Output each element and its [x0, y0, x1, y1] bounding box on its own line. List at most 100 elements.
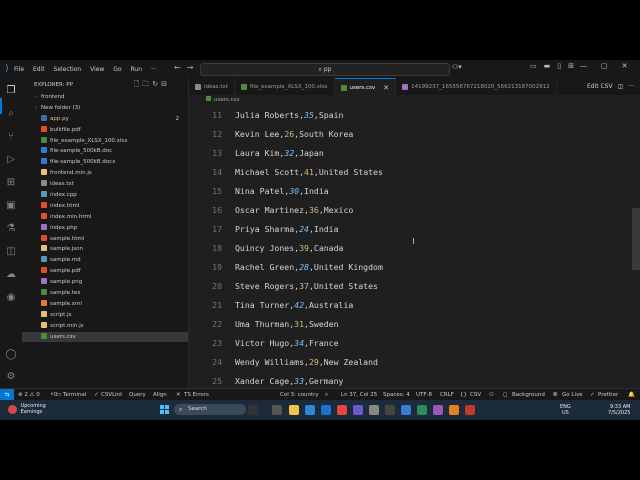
menu-edit[interactable]: Edit: [33, 66, 45, 73]
database-icon[interactable]: ◫: [4, 245, 18, 259]
more-actions[interactable]: ···: [628, 83, 634, 90]
taskbar-search-label: Search: [188, 406, 207, 412]
settings-app-icon[interactable]: [369, 405, 379, 415]
language-indicator[interactable]: ENG US: [560, 404, 571, 416]
chrome-icon[interactable]: [337, 405, 347, 415]
search-view-icon[interactable]: ⌕: [4, 107, 18, 121]
file-explorer-icon[interactable]: [289, 405, 299, 415]
tree-file[interactable]: users.csv: [22, 331, 188, 343]
active-indicator: [0, 98, 2, 114]
tree-file[interactable]: index.php: [22, 223, 188, 234]
tree-file[interactable]: sample.pdf: [22, 266, 188, 277]
app-icon-green[interactable]: [417, 405, 427, 415]
tree-file[interactable]: bulkfile.pdf: [22, 125, 188, 136]
menu-go[interactable]: Go: [113, 66, 121, 73]
testing-icon[interactable]: ⚗: [4, 222, 18, 236]
tab-file-example-xlsx[interactable]: file_example_XLSX_100.xlsx: [235, 78, 335, 95]
file-type-icon: [41, 321, 47, 328]
chevron-right-icon: ›: [35, 104, 37, 111]
breadcrumb[interactable]: users.csv: [189, 95, 240, 105]
line-number: 23: [212, 338, 222, 348]
app-icon-red[interactable]: [465, 405, 475, 415]
tree-file[interactable]: sample.tex: [22, 288, 188, 299]
tree-file[interactable]: sample.png: [22, 277, 188, 288]
weather-widget[interactable]: Upcoming Earnings: [8, 403, 46, 415]
tab-image-file[interactable]: 14199237_165556767218020_566213187002912: [396, 78, 557, 95]
search-text: pp: [323, 66, 332, 73]
tree-file[interactable]: file-sample_500kB.docx: [22, 157, 188, 168]
code-editor[interactable]: 11 Julia Roberts,35,Spain 12 Kevin Lee,26,S…: [189, 106, 629, 388]
new-file-icon[interactable]: 🗋: [134, 80, 143, 88]
run-debug-icon[interactable]: ▷: [4, 153, 18, 167]
app-icon-orange[interactable]: [449, 405, 459, 415]
tree-file[interactable]: index.html: [22, 201, 188, 212]
task-view-icon[interactable]: [272, 405, 282, 415]
csv-country: United States: [318, 167, 383, 177]
tree-folder[interactable]: › frontend: [22, 92, 188, 103]
csv-age: 33: [294, 376, 305, 386]
source-control-icon[interactable]: ⑂: [4, 130, 18, 144]
tree-file[interactable]: index.min.html: [22, 212, 188, 223]
menu-view[interactable]: View: [90, 66, 104, 73]
forward-arrow-icon[interactable]: →: [187, 63, 200, 72]
toggle-panel-icon[interactable]: ▬: [544, 62, 551, 70]
tree-file[interactable]: script.min.js: [22, 321, 188, 332]
csv-file-icon: [206, 96, 211, 101]
app-icon-dark[interactable]: [385, 405, 395, 415]
tab-users-csv[interactable]: users.csv ✕: [334, 78, 397, 95]
refresh-icon[interactable]: ↻: [152, 80, 161, 88]
toggle-secondary-sidebar-icon[interactable]: ▯: [557, 62, 561, 70]
file-type-icon: [41, 289, 47, 296]
app-icon-blue[interactable]: [401, 405, 411, 415]
tab-ideas-txt[interactable]: ideas.txt: [189, 78, 235, 95]
menu-more[interactable]: ···: [151, 66, 157, 73]
maximize-icon[interactable]: ▢: [601, 62, 608, 70]
menu-selection[interactable]: Selection: [54, 66, 82, 73]
edit-csv-button[interactable]: Edit CSV: [587, 83, 613, 90]
vscode-taskbar-icon[interactable]: [321, 405, 331, 415]
remote-explorer-icon[interactable]: ▣: [4, 199, 18, 213]
edge-browser-icon[interactable]: [305, 405, 315, 415]
tree-file[interactable]: script.js: [22, 310, 188, 321]
taskbar-search[interactable]: ⌕ Search: [174, 404, 246, 415]
toggle-sidebar-icon[interactable]: ▭: [530, 62, 537, 70]
tree-file[interactable]: sample.md: [22, 255, 188, 266]
collapse-all-icon[interactable]: ⊟: [161, 80, 170, 88]
minimize-icon[interactable]: —: [580, 62, 587, 70]
app-icon-purple[interactable]: [353, 405, 363, 415]
customize-layout-icon[interactable]: ⊞: [568, 62, 574, 70]
tab-label: file_example_XLSX_100.xlsx: [249, 83, 328, 90]
docker-icon[interactable]: ◉: [4, 291, 18, 305]
app-icon-violet[interactable]: [433, 405, 443, 415]
accounts-icon[interactable]: ◯: [4, 348, 18, 362]
tree-file[interactable]: sample.json: [22, 244, 188, 255]
editor-scrollbar[interactable]: [632, 208, 640, 270]
bicycle-app-icon[interactable]: [248, 405, 258, 415]
tree-file[interactable]: file_example_XLSX_100.xlsx: [22, 136, 188, 147]
tree-file[interactable]: sample.html: [22, 234, 188, 245]
tree-file[interactable]: file-sample_500kB.doc: [22, 146, 188, 157]
split-editor-icon[interactable]: ◫: [618, 83, 624, 90]
tree-file[interactable]: sample.xml: [22, 299, 188, 310]
new-folder-icon[interactable]: 🗀: [142, 80, 152, 88]
code-line: 13 Laura Kim,32,Japan: [189, 144, 629, 163]
tree-file[interactable]: app.py 2: [22, 114, 188, 125]
cloud-icon[interactable]: ☁: [4, 268, 18, 282]
copilot-icon[interactable]: ⚇▾: [452, 63, 462, 71]
tree-folder[interactable]: › New folder (3): [22, 103, 188, 114]
windows-start-icon[interactable]: [160, 405, 169, 414]
extensions-icon[interactable]: ⊞: [4, 176, 18, 190]
command-center-search[interactable]: ⌕ pp: [200, 63, 450, 76]
close-tab-icon[interactable]: ✕: [383, 84, 389, 92]
tree-file[interactable]: frontend.min.js: [22, 168, 188, 179]
menu-run[interactable]: Run: [131, 66, 143, 73]
tree-file[interactable]: index.cpp: [22, 190, 188, 201]
settings-gear-icon[interactable]: ⚙: [4, 370, 18, 384]
system-clock[interactable]: 9:33 AM 7/5/2025: [608, 404, 630, 416]
explorer-icon[interactable]: ❐: [4, 84, 18, 98]
back-arrow-icon[interactable]: ←: [174, 63, 187, 72]
menu-file[interactable]: File: [14, 66, 24, 73]
tree-item-label: sample.png: [50, 279, 83, 286]
close-window-icon[interactable]: ✕: [622, 62, 628, 70]
tree-file[interactable]: ideas.txt: [22, 179, 188, 190]
